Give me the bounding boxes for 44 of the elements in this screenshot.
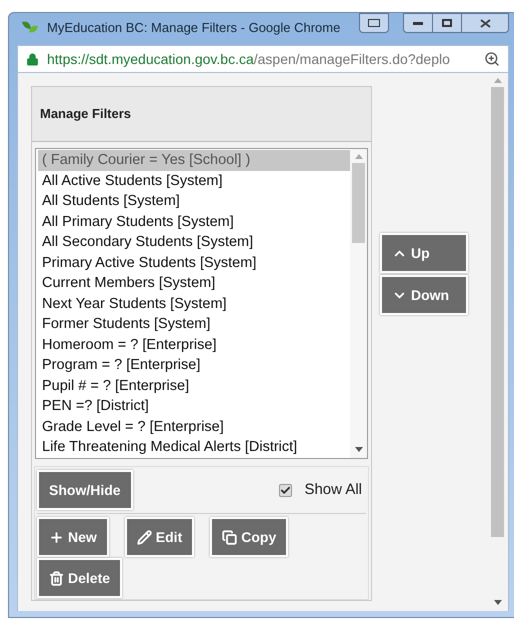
copy-icon: [222, 530, 238, 544]
lock-icon: [26, 52, 39, 66]
filter-option[interactable]: All Active Students [System]: [38, 170, 350, 191]
scroll-down-arrow-icon[interactable]: [494, 600, 502, 605]
filter-option[interactable]: Next Year Students [System]: [38, 294, 350, 314]
close-icon: [480, 18, 490, 28]
minimize-button[interactable]: [403, 13, 433, 33]
filter-option[interactable]: Program = ? [Enterprise]: [38, 355, 350, 376]
window-title: MyEducation BC: Manage Filters - Google Chrome: [47, 19, 340, 38]
window-switch-button[interactable]: [359, 13, 389, 33]
show-all-label: Show All: [304, 480, 362, 500]
scrollbar-thumb[interactable]: [352, 163, 365, 243]
address-bar[interactable]: https://sdt.myeducation.gov.bc.ca/aspen/manageFilters.do?deplo: [17, 45, 509, 73]
up-button[interactable]: Up: [380, 233, 468, 273]
filter-option[interactable]: All Secondary Students [System]: [38, 232, 350, 252]
list-scrollbar[interactable]: [350, 149, 367, 458]
url-text: https://sdt.myeducation.gov.bc.ca/aspen/manageFilters.do?deplo: [47, 50, 450, 69]
filter-option[interactable]: Former Students [System]: [38, 314, 350, 334]
plus-icon: [49, 530, 64, 544]
copy-button[interactable]: Copy: [210, 517, 288, 557]
pencil-icon: [136, 530, 152, 544]
filter-option[interactable]: Primary Active Students [System]: [38, 252, 350, 273]
close-button[interactable]: [461, 13, 509, 33]
zoom-icon: [484, 51, 500, 67]
filter-option[interactable]: PEN =? [District]: [38, 396, 350, 416]
filter-option[interactable]: All Students [System]: [38, 191, 350, 212]
new-button[interactable]: New: [37, 517, 109, 557]
scrollbar-thumb[interactable]: [491, 87, 504, 537]
show-all-checkbox[interactable]: [279, 484, 292, 496]
panel-title: Manage Filters: [40, 105, 132, 124]
filter-option[interactable]: ( Family Courier = Yes [School] ): [38, 150, 350, 170]
edit-button[interactable]: Edit: [124, 517, 194, 557]
filter-option[interactable]: Current Members [System]: [38, 273, 350, 294]
down-button[interactable]: Down: [380, 275, 468, 315]
maximize-button[interactable]: [433, 13, 461, 33]
filter-option[interactable]: Pupil # = ? [Enterprise]: [38, 376, 350, 396]
filter-option[interactable]: Homeroom = ? [Enterprise]: [38, 334, 350, 355]
filter-option[interactable]: All Primary Students [System]: [38, 212, 350, 232]
scroll-down-arrow-icon[interactable]: [354, 447, 362, 452]
show-hide-button[interactable]: Show/Hide: [37, 470, 133, 510]
filter-option[interactable]: Grade Level = ? [Enterprise]: [38, 416, 350, 437]
trash-icon: [49, 570, 64, 586]
delete-button[interactable]: Delete: [37, 558, 122, 598]
filter-option[interactable]: Life Threatening Medical Alerts [District]: [38, 437, 350, 458]
